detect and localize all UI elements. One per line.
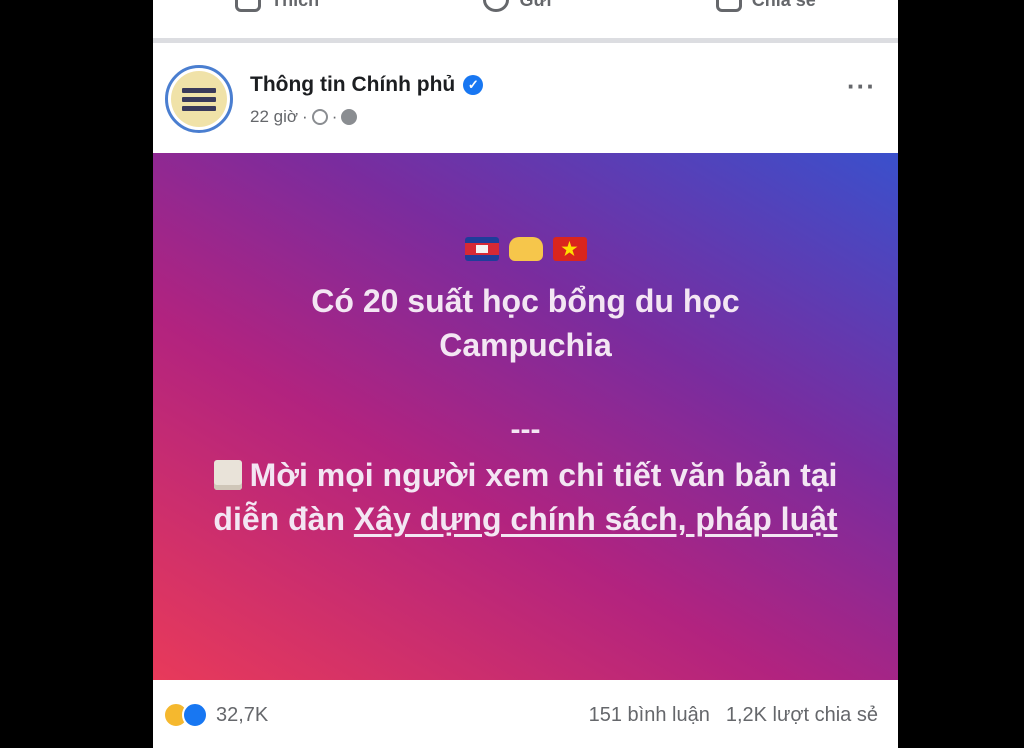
document-icon [213,460,242,490]
meta-separator: · [331,107,338,126]
send-label: Gửi [519,0,551,11]
headline-line-1: Có 20 suất học bổng du học [311,283,740,319]
phone-screen: Thích Gửi Chia sẻ Thông tin Chính phủ ✓ … [153,0,898,748]
share-button[interactable]: Chia sẻ [715,0,816,12]
globe-icon [341,109,358,125]
post-header: Thông tin Chính phủ ✓ 22 giờ · · ··· [153,43,898,153]
more-options-button[interactable]: ··· [847,71,876,102]
like-icon [235,0,262,12]
like-reaction-icon [182,702,208,728]
shares-count[interactable]: 1,2K lượt chia sẻ [726,704,878,727]
headline-line-2: Campuchia [439,327,612,363]
like-label: Thích [271,0,319,11]
post-text: Mời mọi người xem chi tiết văn bản tại d… [213,453,838,541]
post-meta: 22 giờ · · [250,107,358,127]
page-name[interactable]: Thông tin Chính phủ ✓ [250,73,484,97]
share-icon [715,0,742,12]
like-button[interactable]: Thích [235,0,319,12]
meta-separator: · [302,107,308,126]
post-time[interactable]: 22 giờ [250,107,298,127]
post-content[interactable]: ★ Có 20 suất học bổng du học Campuchia -… [153,153,898,680]
post-action-bar: Thích Gửi Chia sẻ [153,0,898,38]
reaction-count: 32,7K [216,703,269,726]
vietnam-flag-icon: ★ [552,237,587,261]
post-stats: 32,7K 151 bình luận 1,2K lượt chia sẻ [153,680,898,748]
comments-count[interactable]: 151 bình luận [589,704,710,727]
forum-link[interactable]: Xây dựng chính sách, pháp luật [354,501,838,537]
page-avatar[interactable] [165,65,233,133]
cambodia-flag-icon [464,237,499,261]
page-logo [171,71,227,127]
separator-dashes: --- [510,413,541,446]
verified-icon: ✓ [463,75,484,95]
emoji-row: ★ [153,237,898,261]
reactions-summary[interactable]: 32,7K [163,702,268,728]
messenger-icon [483,0,510,12]
share-label: Chia sẻ [752,0,816,11]
send-button[interactable]: Gửi [483,0,551,12]
page-name-text: Thông tin Chính phủ [250,73,456,96]
clock-icon [311,109,328,125]
engagement-counts: 151 bình luận 1,2K lượt chia sẻ [589,704,878,727]
post-headline: Có 20 suất học bổng du học Campuchia [153,279,898,367]
handshake-icon [508,237,543,261]
